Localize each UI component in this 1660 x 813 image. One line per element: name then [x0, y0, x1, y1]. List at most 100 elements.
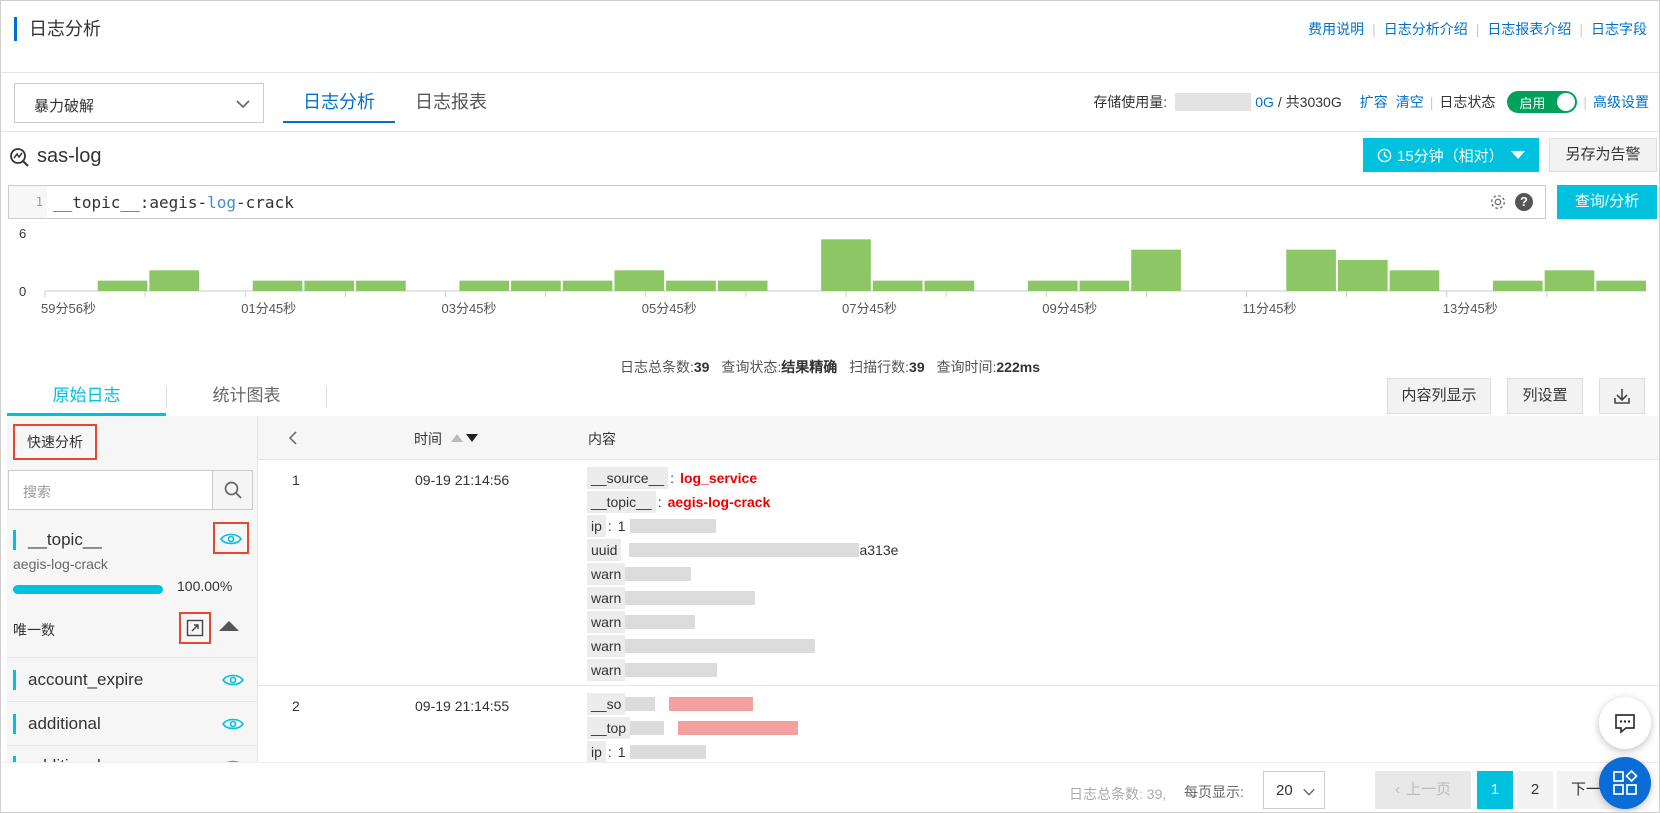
histogram-bar[interactable]: [356, 280, 406, 291]
pricing-link[interactable]: 费用说明: [1308, 19, 1364, 39]
clear-link[interactable]: 清空: [1396, 92, 1424, 112]
histogram-bar[interactable]: [1544, 270, 1595, 291]
histogram-bar[interactable]: [872, 280, 923, 291]
storage-total: / 共3030G: [1277, 94, 1342, 110]
page-2-button[interactable]: 2: [1517, 771, 1553, 809]
histogram-bar[interactable]: [1492, 280, 1543, 291]
help-icon[interactable]: ?: [1515, 193, 1533, 211]
column-settings-button[interactable]: 列设置: [1507, 378, 1583, 414]
topic-value: aegis-log-crack: [13, 556, 108, 572]
histogram-bar[interactable]: [1079, 280, 1130, 291]
scan-count: 39: [909, 359, 925, 375]
x-tick-label: 13分45秒: [1443, 301, 1498, 316]
query-status: 结果精确: [781, 359, 838, 375]
log-status-toggle[interactable]: 启用: [1507, 91, 1578, 113]
histogram-bar[interactable]: [614, 270, 665, 291]
row-number: 1: [292, 472, 300, 488]
histogram-bar[interactable]: [1337, 260, 1388, 291]
external-link-icon: [186, 619, 204, 637]
histogram-bar[interactable]: [304, 280, 355, 291]
histogram-bar[interactable]: [252, 280, 303, 291]
histogram-bar[interactable]: [717, 280, 768, 291]
tab-log-analysis[interactable]: 日志分析: [283, 83, 395, 123]
advanced-settings-link[interactable]: 高级设置: [1593, 92, 1649, 112]
log-kv: __so: [587, 693, 754, 715]
quick-analysis-button[interactable]: 快速分析: [13, 424, 97, 460]
table-row: 1 09-19 21:14:56 __source__: log_service …: [258, 460, 1659, 686]
query-text[interactable]: __topic__:aegis-log-crack: [53, 193, 294, 212]
eye-icon: [220, 533, 242, 545]
tab-log-report[interactable]: 日志报表: [395, 83, 507, 123]
histogram-bar[interactable]: [1131, 249, 1181, 291]
histogram-bar[interactable]: [97, 280, 148, 291]
time-range-button[interactable]: 15分钟（相对）: [1363, 138, 1539, 172]
histogram-bar[interactable]: [1389, 270, 1440, 291]
storage-label: 存储使用量:: [1093, 94, 1168, 110]
histogram-bar[interactable]: [1286, 249, 1336, 291]
histogram-bar[interactable]: [821, 239, 871, 291]
tab-raw-logs[interactable]: 原始日志: [7, 378, 166, 416]
chevron-left-icon[interactable]: [288, 431, 298, 445]
histogram-bar[interactable]: [511, 280, 561, 291]
log-type-select[interactable]: 暴力破解: [14, 83, 264, 123]
expand-stats-button[interactable]: [179, 612, 211, 644]
header-links: 费用说明 | 日志分析介绍 | 日志报表介绍 | 日志字段: [1308, 19, 1647, 39]
search-icon: [224, 481, 242, 499]
content-column-display-button[interactable]: 内容列显示: [1387, 378, 1491, 414]
apps-button[interactable]: [1599, 757, 1651, 809]
log-type-select-value: 暴力破解: [34, 98, 95, 115]
histogram-bar[interactable]: [562, 280, 613, 291]
log-table-header: 时间 内容: [258, 416, 1659, 460]
eye-icon[interactable]: [222, 717, 244, 731]
field-name[interactable]: account_expire: [13, 670, 143, 690]
main-tabs: 日志分析 日志报表: [283, 83, 507, 123]
histogram-bar[interactable]: [1596, 280, 1646, 291]
per-page-select[interactable]: 20: [1263, 771, 1325, 809]
query-summary: 日志总条数:39 查询状态:结果精确 扫描行数:39 查询时间:222ms: [620, 359, 1040, 375]
log-kv: warn: [587, 659, 718, 681]
histogram-chart: 6 0 59分56秒 01分45秒 03分45秒 05分45秒 07分45秒 09分45秒 11…: [19, 226, 1647, 316]
expand-link[interactable]: 扩容: [1360, 92, 1388, 112]
page-1-button[interactable]: 1: [1477, 771, 1513, 809]
histogram-bar[interactable]: [1027, 280, 1078, 291]
topic-eye-highlight[interactable]: [213, 522, 249, 554]
x-tick-label: 11分45秒: [1243, 301, 1297, 316]
histogram-bar[interactable]: [149, 270, 200, 291]
download-button[interactable]: [1599, 378, 1645, 414]
topic-percent-label: 100.00%: [177, 578, 233, 594]
chat-button[interactable]: [1599, 697, 1651, 749]
y-tick-label: 6: [19, 227, 26, 241]
chevron-down-icon: [236, 100, 250, 109]
prev-page-button[interactable]: ‹ 上一页: [1375, 771, 1471, 809]
row-time: 09-19 21:14:55: [415, 698, 510, 714]
per-page-value: 20: [1276, 782, 1293, 799]
tab-stat-charts[interactable]: 统计图表: [167, 378, 326, 416]
histogram-bar[interactable]: [666, 280, 716, 291]
time-range-label: 15分钟（相对）: [1397, 147, 1504, 165]
log-histogram: 6 0 59分56秒 01分45秒 03分45秒 05分45秒 07分45秒 09分45秒 11…: [7, 226, 1652, 353]
histogram-bar[interactable]: [459, 280, 510, 291]
field-name[interactable]: __topic__: [13, 530, 102, 550]
chevron-down-icon: [1303, 788, 1315, 796]
log-analysis-page: 日志分析 费用说明 | 日志分析介绍 | 日志报表介绍 | 日志字段 暴力破解 …: [0, 0, 1660, 813]
query-analyze-button[interactable]: 查询/分析: [1557, 185, 1657, 219]
field-search-input[interactable]: 搜索: [23, 482, 51, 502]
field-name[interactable]: additional: [13, 714, 101, 734]
log-kv: uuid a313e: [587, 539, 898, 561]
time-column-header[interactable]: 时间: [414, 429, 442, 449]
field-item-additional-2: additional: [7, 746, 257, 762]
gear-icon[interactable]: [1489, 193, 1507, 211]
sort-icon[interactable]: [450, 433, 480, 443]
save-as-alert-button[interactable]: 另存为告警: [1549, 138, 1657, 172]
log-report-intro-link[interactable]: 日志报表介绍: [1487, 19, 1571, 39]
histogram-bar[interactable]: [924, 280, 975, 291]
log-fields-link[interactable]: 日志字段: [1591, 19, 1647, 39]
query-editor[interactable]: 1 __topic__:aegis-log-crack ?: [8, 185, 1546, 219]
page-header: 日志分析 费用说明 | 日志分析介绍 | 日志报表介绍 | 日志字段: [1, 1, 1659, 73]
collapse-triangle-icon[interactable]: [219, 621, 239, 631]
toggle-label: 启用: [1519, 95, 1546, 111]
log-analysis-intro-link[interactable]: 日志分析介绍: [1384, 19, 1468, 39]
apps-icon: [1613, 770, 1638, 795]
eye-icon[interactable]: [222, 673, 244, 687]
caret-down-icon: [1511, 151, 1525, 159]
